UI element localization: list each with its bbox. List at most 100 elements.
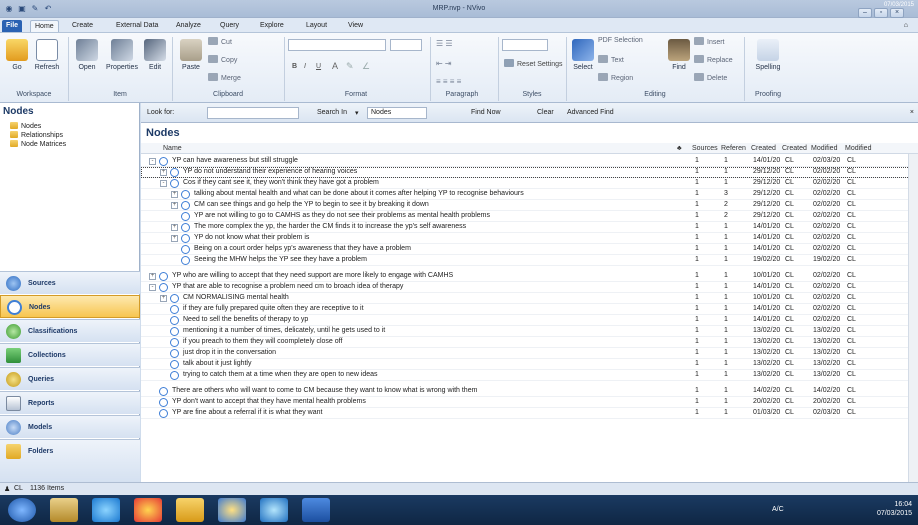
table-row[interactable]: + The more complex the yp, the harder the… xyxy=(141,222,918,233)
chrome-icon[interactable] xyxy=(134,498,162,522)
expand-icon[interactable]: + xyxy=(171,191,178,198)
nav-button-collections[interactable]: Collections xyxy=(0,343,140,366)
italic-button[interactable]: I xyxy=(304,63,306,70)
highlight-icon[interactable]: ✎ xyxy=(346,61,354,72)
table-row[interactable]: YP are fine about a referral if it is wh… xyxy=(141,408,918,419)
table-row[interactable]: + CM NORMALISING mental health 1 1 10/01/20 C… xyxy=(141,293,918,304)
expand-icon[interactable]: + xyxy=(171,202,178,209)
table-row[interactable]: trying to catch them at a time when they… xyxy=(141,370,918,381)
nav-button-models[interactable]: Models xyxy=(0,415,140,438)
expand-icon[interactable]: + xyxy=(160,295,167,302)
tab-explore[interactable]: Explore xyxy=(256,20,288,32)
app-icon[interactable] xyxy=(260,498,288,522)
spelling-button[interactable]: Spelling xyxy=(750,39,786,71)
minimize-button[interactable]: – xyxy=(858,8,872,18)
tab-layout[interactable]: Layout xyxy=(302,20,331,32)
table-row[interactable]: YP are not willing to go to CAMHS as the… xyxy=(141,211,918,222)
tab-home[interactable]: Home xyxy=(30,20,59,32)
table-row[interactable]: + YP who are willing to accept that they … xyxy=(141,271,918,282)
properties-button[interactable]: Properties xyxy=(104,39,140,71)
close-find-icon[interactable]: × xyxy=(910,109,914,116)
table-row[interactable]: Need to sell the benefits of therapy to … xyxy=(141,315,918,326)
collapse-icon[interactable]: - xyxy=(149,284,156,291)
text-button[interactable]: Text xyxy=(598,55,624,64)
internet-explorer-icon[interactable] xyxy=(92,498,120,522)
go-button[interactable]: Go xyxy=(6,39,28,71)
replace-button[interactable]: Replace xyxy=(694,55,733,64)
col-sources[interactable]: Sources xyxy=(692,145,718,152)
table-row[interactable]: Seeing the MHW helps the YP see they hav… xyxy=(141,255,918,266)
table-row[interactable]: - YP can have awareness but still struggl… xyxy=(141,156,918,167)
table-row[interactable]: + CM can see things and go help the YP to… xyxy=(141,200,918,211)
refresh-button[interactable]: Refresh xyxy=(32,39,62,71)
clear-format-icon[interactable]: ∠ xyxy=(362,61,370,72)
table-row[interactable]: + talking about mental health and what ca… xyxy=(141,189,918,200)
table-row[interactable]: if they are fully prepared quite often t… xyxy=(141,304,918,315)
delete-button[interactable]: Delete xyxy=(694,73,727,82)
close-button[interactable]: × xyxy=(890,8,904,18)
col-references[interactable]: Referen xyxy=(721,145,746,152)
nav-button-queries[interactable]: Queries xyxy=(0,367,140,390)
nav-button-folders[interactable]: Folders xyxy=(0,439,140,482)
explorer-icon[interactable] xyxy=(50,498,78,522)
align-icon[interactable]: ≡ ≡ ≡ ≡ xyxy=(436,77,461,86)
collapse-icon[interactable]: - xyxy=(149,158,156,165)
find-button[interactable]: Find xyxy=(668,39,690,71)
system-clock[interactable]: 16:04 07/03/2015 xyxy=(877,500,912,518)
merge-button[interactable]: Merge xyxy=(208,73,241,82)
dropdown-icon[interactable]: ▾ xyxy=(355,109,359,117)
select-button[interactable]: Select xyxy=(570,39,596,71)
input-language[interactable]: A/C xyxy=(772,506,784,513)
table-row[interactable]: Being on a court order helps yp's awaren… xyxy=(141,244,918,255)
table-row[interactable]: + YP do not understand their experience o… xyxy=(141,167,918,178)
nav-button-classifications[interactable]: Classifications xyxy=(0,319,140,342)
tab-external-data[interactable]: External Data xyxy=(112,20,162,32)
table-row[interactable]: - Cos if they cant see it, they won't thi… xyxy=(141,178,918,189)
word-icon[interactable] xyxy=(302,498,330,522)
indent-icon[interactable]: ⇤ ⇥ xyxy=(436,59,452,68)
style-select[interactable] xyxy=(502,39,548,51)
region-button[interactable]: Region xyxy=(598,73,633,82)
start-button[interactable] xyxy=(8,498,36,522)
nav-button-nodes[interactable]: Nodes xyxy=(0,295,140,318)
font-size-select[interactable] xyxy=(390,39,422,51)
font-color-button[interactable]: A xyxy=(332,61,338,71)
paste-button[interactable]: Paste xyxy=(178,39,204,71)
nav-tree-node-matrices[interactable]: Node Matrices xyxy=(10,140,66,148)
col-name[interactable]: Name xyxy=(163,145,182,152)
search-in-button[interactable]: Search In xyxy=(317,109,347,116)
nav-button-sources[interactable]: Sources xyxy=(0,271,140,294)
help-icon[interactable]: ⌂ xyxy=(900,20,912,32)
search-scope-field[interactable]: Nodes xyxy=(367,107,427,119)
copy-button[interactable]: Copy xyxy=(208,55,237,64)
insert-button[interactable]: Insert xyxy=(694,37,725,46)
folder-app-icon[interactable] xyxy=(176,498,204,522)
col-modified-on[interactable]: Modified xyxy=(811,145,837,152)
collapse-icon[interactable]: - xyxy=(160,180,167,187)
table-row[interactable]: talk about it just lightly 1 1 13/02/20 CL 13… xyxy=(141,359,918,370)
expand-icon[interactable]: + xyxy=(160,169,167,176)
tab-analyze[interactable]: Analyze xyxy=(172,20,205,32)
expand-icon[interactable]: + xyxy=(171,235,178,242)
vertical-scrollbar[interactable] xyxy=(908,154,918,482)
pdf-selection-button[interactable]: PDF Selection xyxy=(598,37,643,44)
look-for-input[interactable] xyxy=(207,107,299,119)
col-modified-by[interactable]: Modified xyxy=(845,145,871,152)
advanced-find-button[interactable]: Advanced Find xyxy=(567,109,614,116)
clear-button[interactable]: Clear xyxy=(537,109,554,116)
tab-view[interactable]: View xyxy=(344,20,367,32)
underline-button[interactable]: U xyxy=(316,63,321,70)
table-row[interactable]: + YP do not know what their problem is 1 1 1… xyxy=(141,233,918,244)
table-row[interactable]: just drop it in the conversation 1 1 13/02/… xyxy=(141,348,918,359)
nav-tree-relationships[interactable]: Relationships xyxy=(10,131,63,139)
col-created-by[interactable]: Created xyxy=(782,145,807,152)
table-row[interactable]: YP don't want to accept that they have m… xyxy=(141,397,918,408)
bold-button[interactable]: B xyxy=(292,63,297,70)
tab-query[interactable]: Query xyxy=(216,20,243,32)
find-now-button[interactable]: Find Now xyxy=(471,109,501,116)
cut-button[interactable]: Cut xyxy=(208,37,232,46)
font-name-select[interactable] xyxy=(288,39,386,51)
nvivo-app-icon[interactable] xyxy=(218,498,246,522)
nav-tree-nodes[interactable]: Nodes xyxy=(10,122,41,130)
col-created-on[interactable]: Created xyxy=(751,145,776,152)
